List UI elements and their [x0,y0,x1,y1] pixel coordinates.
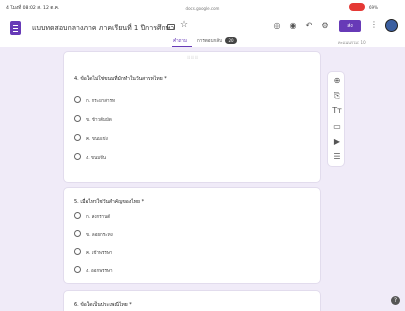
tab-responses[interactable]: การตอบกลับ [197,38,222,45]
add-section-icon[interactable]: ☰ [332,152,342,162]
battery-level: 69% [369,5,378,10]
send-button[interactable]: ส่ง [339,20,361,32]
radio-circle-icon [74,212,81,219]
move-to-folder-icon[interactable] [167,24,175,30]
add-question-icon[interactable]: ⊕ [332,76,342,86]
forms-logo-icon[interactable] [10,21,21,35]
status-url: docs.google.com [185,6,220,11]
customize-theme-icon[interactable]: ◎ [272,21,282,30]
question-card-6[interactable]: 6. ข้อใดเป็นประเพณีไทย * [63,290,321,311]
status-bar: 4 โมงที่ 08:02 ส. 12 ต.ค. docs.google.co… [0,0,405,17]
option-label: ค. เข้าพรรษา [86,251,113,256]
option-label: ง. ขนมจีน [86,156,106,161]
radio-circle-icon [74,96,81,103]
option-label: ง. ออกพรรษา [86,269,113,274]
option-label: ก. สงกรานต์ [86,215,111,220]
form-title[interactable]: แบบทดสอบกลางภาค ภาคเรียนที่ 1 ปีการศึกษา [32,23,174,34]
add-image-icon[interactable]: ▭ [332,122,342,132]
question-card-4[interactable]: ⠿⠿⠿ 4. ข้อใดไม่ใช่ขนมที่มักทำในวันสารทไท… [63,51,321,183]
radio-circle-icon [74,248,81,255]
recording-indicator [349,3,365,11]
radio-circle-icon [74,134,81,141]
drag-handle-icon[interactable]: ⠿⠿⠿ [64,55,322,60]
undo-icon[interactable]: ↶ [304,21,314,30]
total-points: คะแนนรวม: 10 [338,40,366,45]
help-icon[interactable]: ? [391,296,400,305]
floating-toolbar: ⊕ ⎘ Tт ▭ ▶ ☰ [327,71,345,167]
option-label: ข. ข้าวต้มมัด [86,118,112,123]
radio-circle-icon [74,266,81,273]
question-title[interactable]: 5. เมื่อไหร่ใช่วันสำคัญของไทย * [74,198,144,206]
radio-circle-icon [74,115,81,122]
question-title[interactable]: 4. ข้อใดไม่ใช่ขนมที่มักทำในวันสารทไทย * [74,75,167,83]
form-tabs: คำถาม การตอบกลับ 20 คะแนนรวม: 10 [0,37,405,48]
option-label: ข. ลอยกระทง [86,233,113,238]
avatar[interactable] [385,19,398,32]
settings-gear-icon[interactable]: ⚙ [320,21,330,30]
star-icon[interactable]: ☆ [180,20,188,30]
more-options-icon[interactable]: ⋮ [370,20,378,29]
tab-questions[interactable]: คำถาม [173,38,187,45]
app-bar: แบบทดสอบกลางภาค ภาคเรียนที่ 1 ปีการศึกษา… [0,17,405,48]
import-questions-icon[interactable]: ⎘ [332,91,342,101]
add-video-icon[interactable]: ▶ [332,137,342,147]
add-title-icon[interactable]: Tт [332,106,342,116]
radio-circle-icon [74,230,81,237]
radio-circle-icon [74,153,81,160]
option-label: ก. กระยาสารท [86,99,115,104]
preview-eye-icon[interactable]: ◉ [288,21,298,30]
option-label: ค. ขนมเข่ง [86,137,108,142]
question-card-5[interactable]: 5. เมื่อไหร่ใช่วันสำคัญของไทย * ก. สงกรา… [63,187,321,284]
responses-count-badge: 20 [225,37,237,44]
question-title[interactable]: 6. ข้อใดเป็นประเพณีไทย * [74,301,132,309]
